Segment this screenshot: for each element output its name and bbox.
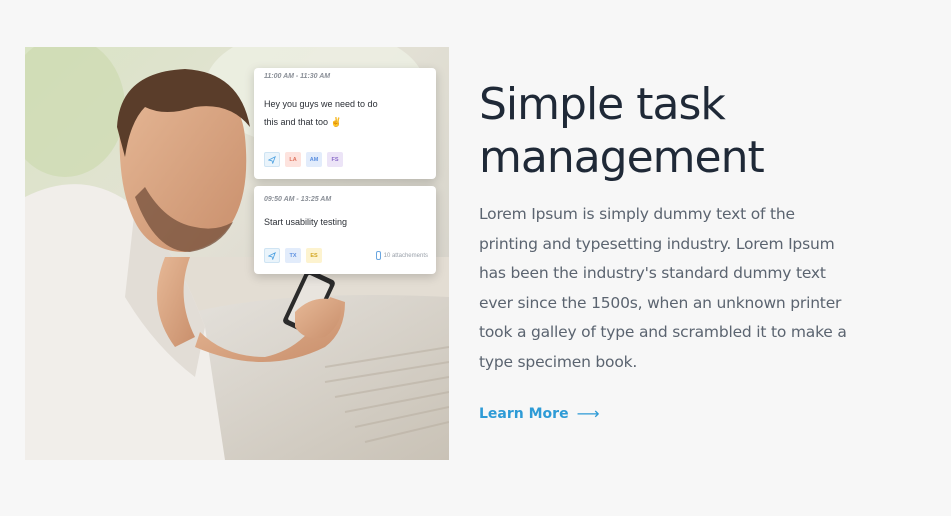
task-message-line: Hey you guys we need to do [264,99,378,109]
task-time: 09:50 AM - 13:25 AM [264,196,332,203]
assignee-badge[interactable]: LA [285,152,301,167]
task-tags: TX ES [264,248,322,263]
title-line: management [479,132,765,183]
page-title: Simple task management [479,78,899,184]
task-time: 11:00 AM - 11:30 AM [264,73,331,80]
task-message: Start usability testing [264,217,348,227]
assignee-badge[interactable]: FS [327,152,343,167]
task-card-1[interactable]: 11:00 AM - 11:30 AM Hey you guys we need… [254,68,436,179]
task-message: Hey you guys we need to do this and that… [264,95,429,131]
task-card-2[interactable]: 09:50 AM - 13:25 AM Start usability test… [254,186,436,274]
assignee-badge[interactable]: TX [285,248,301,263]
learn-more-label: Learn More [479,405,569,422]
title-line: Simple task [479,79,726,130]
assignee-badge[interactable]: ES [306,248,322,263]
task-tags: LA AM FS [264,152,343,167]
learn-more-link[interactable]: Learn More ⟶ [479,404,600,423]
paperclip-icon [375,251,381,260]
attachments-indicator[interactable]: 10 attachements [375,251,428,260]
task-message-line: this and that too ✌ [264,117,342,127]
attachments-count: 10 attachements [383,252,428,259]
send-icon[interactable] [264,152,280,167]
send-icon[interactable] [264,248,280,263]
assignee-badge[interactable]: AM [306,152,322,167]
hero-photo: 11:00 AM - 11:30 AM Hey you guys we need… [25,47,449,460]
hero-description: Lorem Ipsum is simply dummy text of the … [479,205,847,371]
arrow-right-icon: ⟶ [576,404,600,423]
